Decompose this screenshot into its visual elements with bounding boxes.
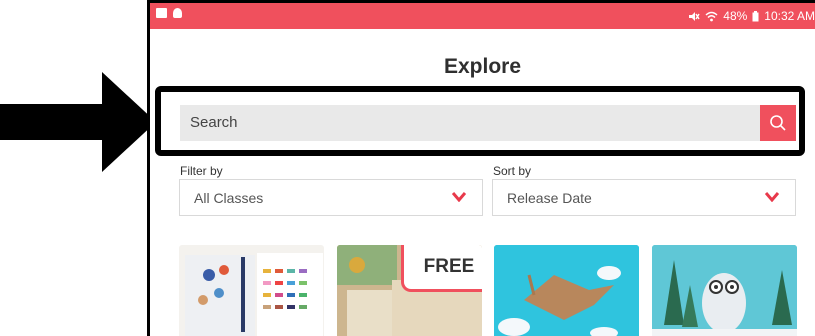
search-icon bbox=[770, 115, 786, 131]
search-placeholder: Search bbox=[190, 114, 238, 131]
app-notification-icon bbox=[173, 8, 182, 18]
page-title: Explore bbox=[443, 55, 522, 78]
filter-select[interactable]: All Classes bbox=[179, 179, 483, 216]
card-thumbnail bbox=[494, 245, 639, 336]
battery-icon bbox=[752, 10, 759, 21]
chevron-down-icon bbox=[765, 192, 779, 202]
sort-value: Release Date bbox=[507, 190, 592, 206]
class-card[interactable] bbox=[494, 245, 639, 336]
class-card[interactable] bbox=[179, 245, 324, 336]
class-card[interactable] bbox=[652, 245, 797, 336]
class-card[interactable]: FREE bbox=[337, 245, 482, 336]
wifi-icon bbox=[705, 11, 718, 21]
battery-percent: 48% bbox=[723, 9, 748, 23]
free-badge: FREE bbox=[401, 245, 482, 292]
filter-value: All Classes bbox=[194, 190, 264, 206]
gallery-notification-icon bbox=[156, 8, 167, 18]
annotation-arrow-icon bbox=[0, 72, 160, 172]
sort-select[interactable]: Release Date bbox=[492, 179, 796, 216]
mute-icon bbox=[689, 11, 700, 21]
clock: 10:32 AM bbox=[764, 9, 815, 23]
search-button[interactable] bbox=[760, 105, 796, 141]
chevron-down-icon bbox=[452, 192, 466, 202]
sort-by-label: Sort by bbox=[493, 164, 532, 178]
status-bar: 48% 10:32 AM bbox=[150, 3, 815, 29]
search-input[interactable]: Search bbox=[180, 105, 796, 141]
card-thumbnail bbox=[652, 245, 797, 336]
filter-by-label: Filter by bbox=[180, 164, 223, 178]
card-thumbnail bbox=[185, 253, 323, 336]
